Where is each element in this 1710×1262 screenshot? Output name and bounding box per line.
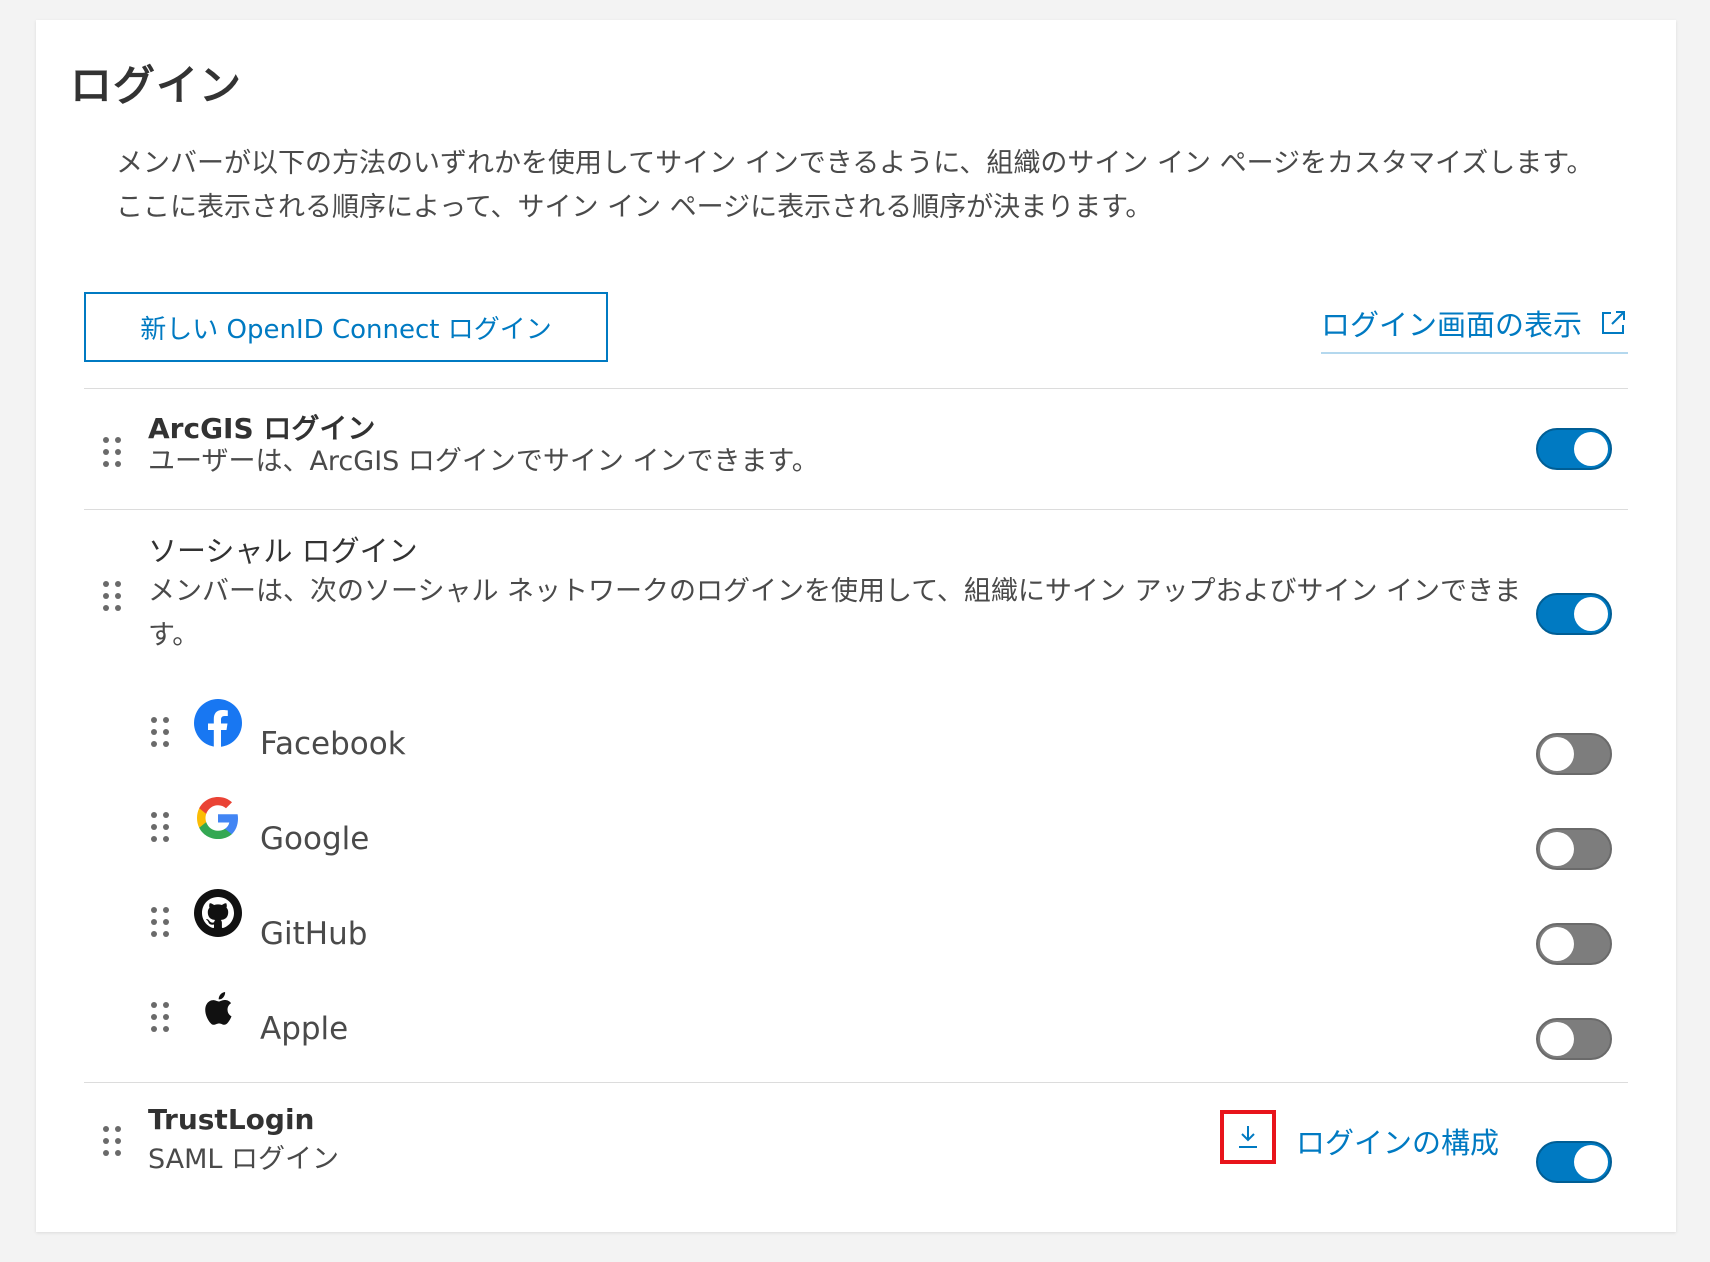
social-login-title: ソーシャル ログイン	[148, 534, 418, 568]
apple-icon	[205, 992, 232, 1025]
toggle-knob	[1574, 432, 1608, 466]
drag-handle-icon[interactable]	[150, 1001, 170, 1033]
drag-handle-icon[interactable]	[102, 1125, 122, 1157]
apple-toggle[interactable]	[1536, 1018, 1612, 1060]
external-link-icon	[1602, 311, 1625, 334]
toggle-knob	[1540, 1022, 1574, 1056]
arcgis-login-description: ユーザーは、ArcGIS ログインでサイン インできます。	[148, 446, 819, 477]
drag-handle-icon[interactable]	[150, 906, 170, 938]
login-settings-card: ログイン メンバーが以下の方法のいずれかを使用してサイン インできるように、組織…	[36, 20, 1676, 1232]
divider	[84, 509, 1628, 510]
download-button[interactable]	[1220, 1110, 1276, 1164]
trustlogin-subtitle: SAML ログイン	[148, 1144, 340, 1175]
arcgis-login-toggle[interactable]	[1536, 428, 1612, 470]
facebook-icon	[194, 699, 242, 747]
view-login-screen-link[interactable]: ログイン画面の表示	[1320, 298, 1628, 354]
drag-handle-icon[interactable]	[102, 436, 122, 468]
divider	[84, 1082, 1628, 1083]
view-login-screen-label: ログイン画面の表示	[1320, 308, 1582, 342]
provider-label-github: GitHub	[260, 916, 368, 952]
toggle-knob	[1574, 597, 1608, 631]
drag-handle-icon[interactable]	[150, 811, 170, 843]
trustlogin-toggle[interactable]	[1536, 1141, 1612, 1183]
new-openid-connect-login-button[interactable]: 新しい OpenID Connect ログイン	[84, 292, 608, 362]
github-toggle[interactable]	[1536, 923, 1612, 965]
provider-label-google: Google	[260, 821, 370, 857]
social-login-description: メンバーは、次のソーシャル ネットワークのログインを使用して、組織にサイン アッ…	[148, 576, 1522, 651]
toggle-knob	[1540, 737, 1574, 771]
toggle-knob	[1574, 1145, 1608, 1179]
toggle-knob	[1540, 927, 1574, 961]
trustlogin-title: TrustLogin	[148, 1103, 315, 1136]
divider	[84, 388, 1628, 389]
download-icon	[1239, 1126, 1257, 1148]
toggle-knob	[1540, 832, 1574, 866]
configure-login-link[interactable]: ログインの構成	[1296, 1120, 1499, 1162]
provider-label-apple: Apple	[260, 1011, 349, 1047]
facebook-toggle[interactable]	[1536, 733, 1612, 775]
drag-handle-icon[interactable]	[102, 580, 122, 612]
social-login-toggle[interactable]	[1536, 593, 1612, 635]
google-toggle[interactable]	[1536, 828, 1612, 870]
drag-handle-icon[interactable]	[150, 716, 170, 748]
page-title: ログイン	[70, 61, 243, 110]
google-icon	[197, 797, 238, 839]
github-icon	[194, 889, 242, 937]
page-description: メンバーが以下の方法のいずれかを使用してサイン インできるように、組織のサイン …	[116, 148, 1594, 223]
provider-label-facebook: Facebook	[260, 726, 406, 762]
